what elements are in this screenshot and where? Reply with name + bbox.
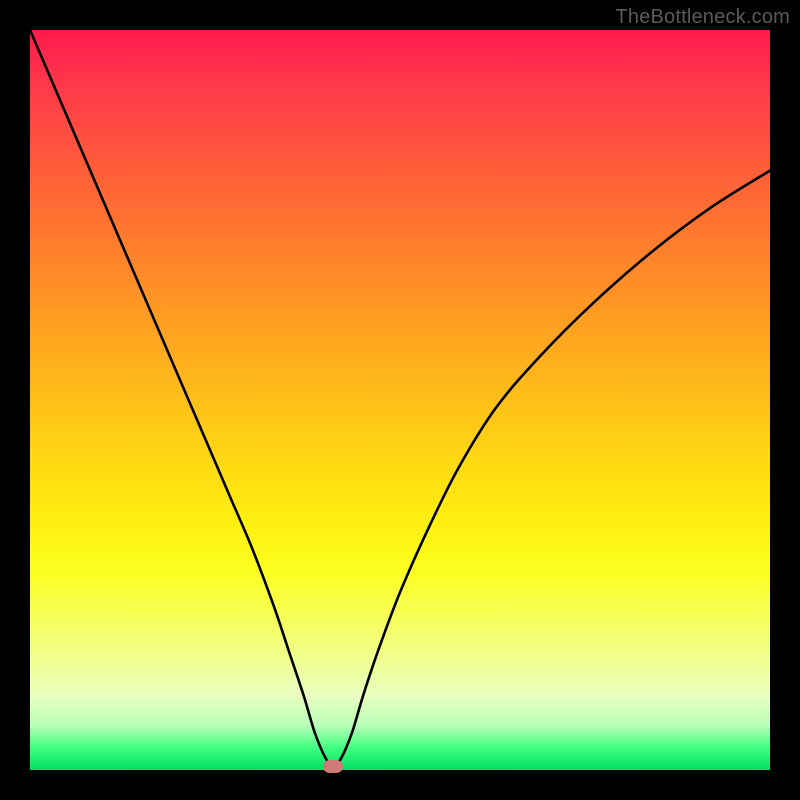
bottleneck-curve [30, 30, 770, 770]
watermark-text: TheBottleneck.com [615, 6, 790, 29]
plot-area [30, 30, 770, 770]
minimum-marker [323, 760, 343, 773]
chart-frame: TheBottleneck.com [0, 0, 800, 800]
